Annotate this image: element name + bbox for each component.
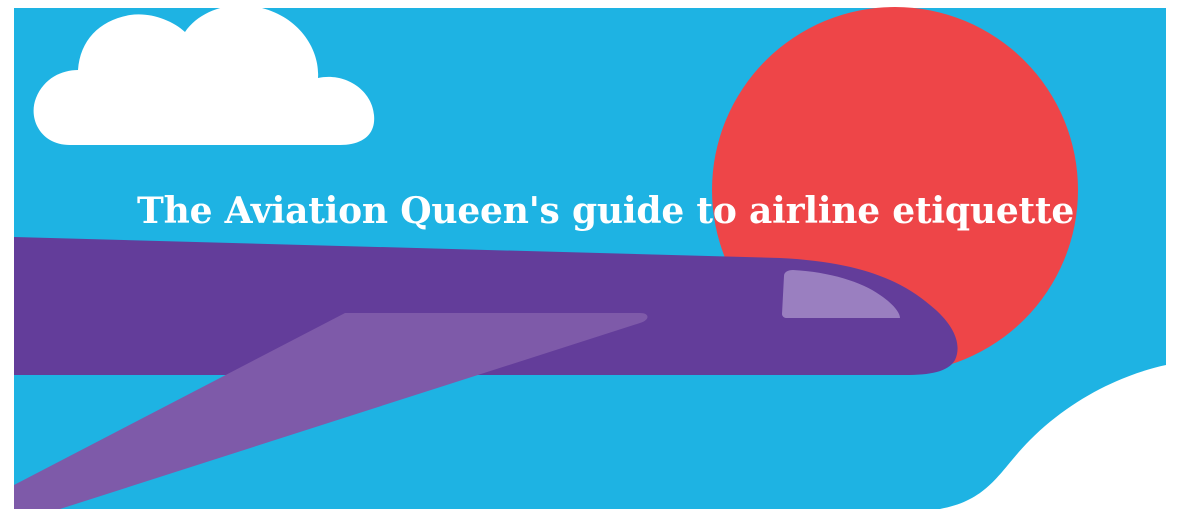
banner-title: The Aviation Queen's guide to airline et… — [0, 186, 1180, 236]
hero-banner: The Aviation Queen's guide to airline et… — [0, 0, 1180, 509]
banner-title-part2: airline etiquette — [748, 190, 1075, 232]
banner-title-part1: The Aviation Queen's guide to — [137, 190, 749, 232]
banner-illustration — [14, 5, 1166, 509]
